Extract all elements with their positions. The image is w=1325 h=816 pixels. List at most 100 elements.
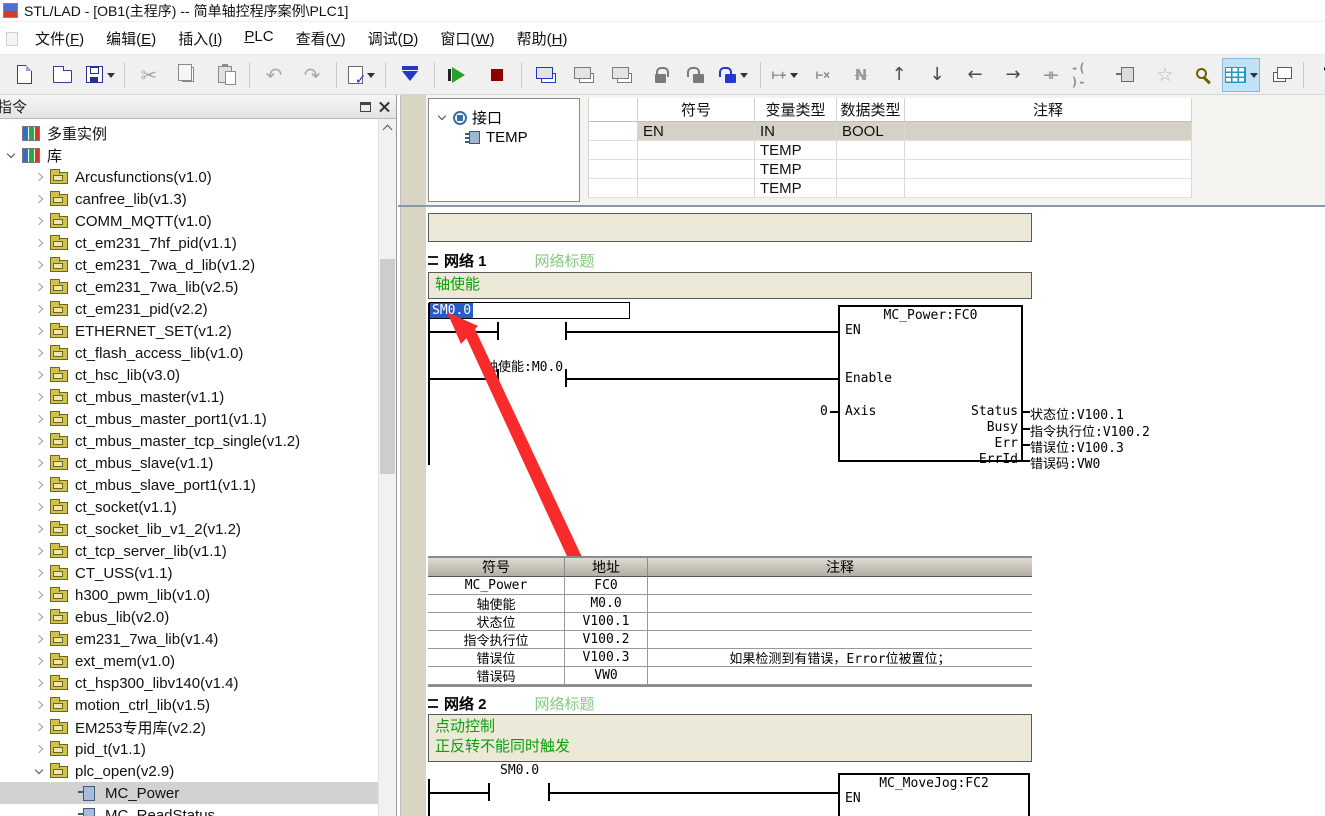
program-comment-box[interactable]: [428, 213, 1032, 242]
lock-icon[interactable]: [642, 59, 678, 91]
cell-data-type[interactable]: BOOL: [837, 122, 905, 141]
new-file-icon[interactable]: [6, 59, 42, 91]
variable-table-row[interactable]: TEMP: [588, 179, 1192, 198]
tree-item[interactable]: em231_7wa_lib(v1.4): [0, 628, 378, 650]
tree-item[interactable]: ct_socket(v1.1): [0, 496, 378, 518]
cell-address[interactable]: V100.1: [565, 613, 648, 631]
cell-comment[interactable]: [648, 667, 1032, 685]
menu-item[interactable]: PLC: [233, 24, 284, 53]
expand-chevron-icon[interactable]: [32, 214, 47, 229]
expand-chevron-icon[interactable]: [32, 588, 47, 603]
negate-contact-icon[interactable]: N: [843, 59, 879, 91]
expand-chevron-icon[interactable]: [32, 258, 47, 273]
dropdown-caret-icon[interactable]: [740, 73, 748, 82]
interface-root-row[interactable]: 接口: [435, 107, 502, 128]
tree-item[interactable]: ct_em231_7hf_pid(v1.1): [0, 232, 378, 254]
cell-symbol[interactable]: MC_Power: [428, 577, 565, 595]
tree-item[interactable]: MC_ReadStatus: [0, 804, 378, 816]
expand-chevron-icon[interactable]: [32, 500, 47, 515]
cell-symbol[interactable]: [638, 179, 755, 198]
dropdown-caret-icon[interactable]: [367, 73, 375, 82]
mc-movejog-block[interactable]: MC_MoveJog:FC2 EN: [838, 773, 1030, 816]
expand-chevron-icon[interactable]: [32, 742, 47, 757]
cell-address[interactable]: FC0: [565, 577, 648, 595]
cell-var-type[interactable]: TEMP: [755, 179, 837, 198]
dropdown-caret-icon[interactable]: [790, 73, 798, 82]
tree-item[interactable]: plc_open(v2.9): [0, 760, 378, 782]
network2-comment-box[interactable]: 点动控制 正反转不能同时触发: [428, 714, 1032, 762]
menu-item[interactable]: 调试(D): [357, 24, 430, 53]
expand-chevron-icon[interactable]: [4, 126, 19, 141]
toolbar-separator[interactable]: [332, 59, 341, 91]
tree-item[interactable]: ct_mbus_master_port1(v1.1): [0, 408, 378, 430]
tree-item[interactable]: ct_mbus_slave_port1(v1.1): [0, 474, 378, 496]
symbol-table-row[interactable]: MC_Power FC0: [428, 577, 1032, 595]
tree-item[interactable]: EM253专用库(v2.2): [0, 716, 378, 738]
symbol-table-row[interactable]: 轴使能 M0.0: [428, 595, 1032, 613]
line-down-icon[interactable]: ↓: [919, 59, 955, 91]
row-selector[interactable]: [588, 160, 638, 179]
expand-chevron-icon[interactable]: [32, 566, 47, 581]
menu-item[interactable]: 查看(V): [285, 24, 357, 53]
expand-chevron-icon[interactable]: [62, 808, 77, 816]
tree-item[interactable]: ebus_lib(v2.0): [0, 606, 378, 628]
toolbar-separator[interactable]: [430, 59, 439, 91]
expand-chevron-icon[interactable]: [32, 412, 47, 427]
network1-comment-box[interactable]: 轴使能: [428, 272, 1032, 299]
variable-table-row[interactable]: TEMP: [588, 141, 1192, 160]
tree-item[interactable]: h300_pwm_lib(v1.0): [0, 584, 378, 606]
line-right-icon[interactable]: →: [995, 59, 1031, 91]
selected-operand[interactable]: SM0.0: [430, 303, 473, 318]
menu-item[interactable]: 插入(I): [167, 24, 233, 53]
help-pointer-icon[interactable]: ?: [1310, 59, 1325, 91]
open-file-icon[interactable]: [44, 59, 80, 91]
cell-comment[interactable]: [905, 160, 1192, 179]
cell-symbol[interactable]: EN: [638, 122, 755, 141]
errid-annotation[interactable]: 错误码:VW0: [1030, 453, 1100, 472]
line-left-icon[interactable]: ←: [957, 59, 993, 91]
toolbar-separator[interactable]: [1299, 59, 1308, 91]
cell-var-type[interactable]: IN: [755, 122, 837, 141]
copy-icon[interactable]: [169, 59, 205, 91]
zoom-icon[interactable]: [1185, 59, 1221, 91]
expand-chevron-icon[interactable]: [32, 434, 47, 449]
row-selector[interactable]: [588, 141, 638, 160]
compile-icon[interactable]: [343, 59, 379, 91]
tree-item[interactable]: motion_ctrl_lib(v1.5): [0, 694, 378, 716]
tree-item[interactable]: Arcusfunctions(v1.0): [0, 166, 378, 188]
cell-comment[interactable]: [905, 141, 1192, 160]
cell-data-type[interactable]: [837, 141, 905, 160]
tree-item[interactable]: ct_socket_lib_v1_2(v1.2): [0, 518, 378, 540]
scrollbar-up-arrow-icon[interactable]: [379, 119, 396, 136]
expand-chevron-icon[interactable]: [32, 632, 47, 647]
expand-chevron-icon[interactable]: [32, 346, 47, 361]
network1-title[interactable]: 网络标题: [535, 250, 595, 271]
row-selector[interactable]: [588, 179, 638, 198]
save-icon[interactable]: [82, 59, 118, 91]
toolbar-separator[interactable]: [381, 59, 390, 91]
symbol-table-row[interactable]: 错误码 VW0: [428, 667, 1032, 685]
tree-item[interactable]: ct_hsc_lib(v3.0): [0, 364, 378, 386]
cell-data-type[interactable]: [837, 179, 905, 198]
scrollbar-thumb[interactable]: [380, 259, 395, 474]
expand-chevron-icon[interactable]: [32, 764, 47, 779]
paste-icon[interactable]: [207, 59, 243, 91]
cut-icon[interactable]: ✂: [131, 59, 167, 91]
expand-chevron-icon[interactable]: [32, 368, 47, 383]
insert-contact-icon[interactable]: ⊢+: [767, 59, 803, 91]
variable-table-row[interactable]: TEMP: [588, 160, 1192, 179]
contact-label[interactable]: SM0.0: [500, 763, 539, 778]
tree-item[interactable]: canfree_lib(v1.3): [0, 188, 378, 210]
tree-item[interactable]: ct_em231_7wa_d_lib(v1.2): [0, 254, 378, 276]
close-icon[interactable]: [379, 101, 390, 112]
cell-address[interactable]: V100.3: [565, 649, 648, 667]
open-block-window-icon[interactable]: [528, 59, 564, 91]
axis-input-value[interactable]: 0: [820, 404, 828, 419]
download-icon[interactable]: [392, 59, 428, 91]
contact-bar[interactable]: [497, 369, 499, 387]
operand-edit-box[interactable]: SM0.0: [429, 302, 630, 319]
cell-comment[interactable]: [905, 122, 1192, 141]
expand-chevron-icon[interactable]: [32, 676, 47, 691]
expand-chevron-icon[interactable]: [32, 610, 47, 625]
cell-comment[interactable]: [648, 595, 1032, 613]
